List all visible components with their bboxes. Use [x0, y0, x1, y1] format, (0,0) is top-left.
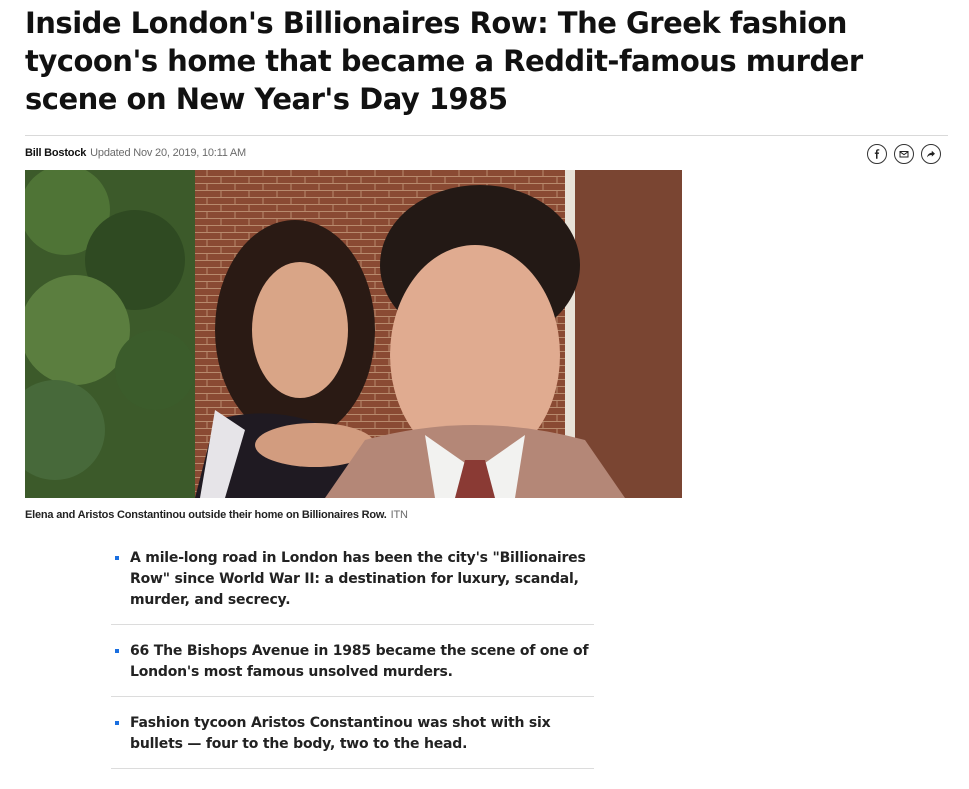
caption-text: Elena and Aristos Constantinou outside t… — [25, 509, 387, 521]
key-point-item: A mile-long road in London has been the … — [111, 540, 594, 625]
bullet-marker — [115, 649, 119, 653]
email-share-button[interactable] — [894, 144, 914, 164]
photo-credit: ITN — [390, 509, 408, 521]
key-point-item: 66 The Bishops Avenue in 1985 became the… — [111, 633, 594, 697]
facebook-icon — [874, 149, 880, 159]
share-icon — [927, 150, 935, 158]
byline: Bill Bostock Updated Nov 20, 2019, 10:11 … — [25, 146, 246, 160]
photo-illustration — [25, 170, 682, 498]
key-point-text: A mile-long road in London has been the … — [130, 550, 586, 608]
key-point-item: Fashion tycoon Aristos Constantinou was … — [111, 705, 594, 769]
article-headline: Inside London's Billionaires Row: The Gr… — [25, 6, 863, 116]
article-photo — [25, 170, 682, 498]
photo-caption: Elena and Aristos Constantinou outside t… — [25, 508, 408, 522]
share-bar — [867, 144, 941, 164]
share-button[interactable] — [921, 144, 941, 164]
bullet-marker — [115, 721, 119, 725]
author-name[interactable]: Bill Bostock — [25, 147, 86, 159]
email-icon — [899, 151, 909, 158]
header-divider — [25, 135, 948, 136]
facebook-share-button[interactable] — [867, 144, 887, 164]
updated-timestamp: Updated Nov 20, 2019, 10:11 AM — [90, 147, 247, 159]
bullet-marker — [115, 556, 119, 560]
key-point-text: 66 The Bishops Avenue in 1985 became the… — [130, 643, 589, 680]
key-point-text: Fashion tycoon Aristos Constantinou was … — [130, 715, 551, 752]
key-points-list: A mile-long road in London has been the … — [111, 540, 594, 777]
